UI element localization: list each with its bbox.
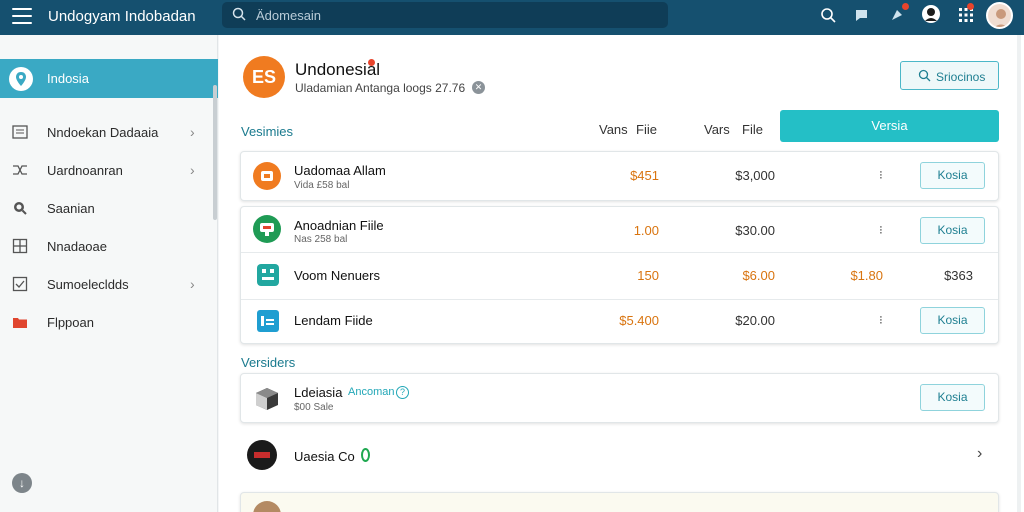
sidebar-item-label: Flppoan bbox=[47, 315, 94, 330]
row-subtitle: Nas 258 bal bbox=[294, 234, 348, 245]
notification-dot bbox=[967, 3, 974, 10]
chevron-right-icon: › bbox=[190, 276, 195, 292]
column-header: Fiie bbox=[636, 122, 657, 137]
checklist-icon bbox=[12, 276, 28, 292]
sidebar-item-label: Indosia bbox=[47, 71, 89, 86]
row-subtitle: $00 Sale bbox=[294, 402, 334, 413]
status-dot bbox=[368, 59, 375, 66]
chevron-right-icon[interactable]: › bbox=[977, 445, 982, 463]
sidebar-item-flppoan[interactable]: Flppoan bbox=[0, 305, 210, 339]
search-icon bbox=[14, 202, 27, 215]
row-value: 1.00 bbox=[633, 223, 659, 238]
folder-icon bbox=[13, 318, 27, 328]
app-icon bbox=[257, 264, 279, 286]
grid-icon bbox=[12, 238, 28, 254]
sidebar-scrollbar[interactable] bbox=[213, 85, 217, 220]
primary-button[interactable]: Versia bbox=[780, 110, 999, 142]
help-icon[interactable]: ? bbox=[396, 386, 409, 399]
menu-icon[interactable] bbox=[12, 8, 32, 24]
divider bbox=[241, 252, 998, 253]
chat-icon[interactable] bbox=[853, 6, 871, 24]
profile-icon[interactable] bbox=[921, 4, 941, 24]
sidebar-item-label: Saanian bbox=[47, 201, 95, 216]
close-icon[interactable]: ✕ bbox=[472, 81, 485, 94]
row-button[interactable]: Kosia bbox=[920, 307, 985, 334]
sidebar-item-saanian[interactable]: Saanian bbox=[0, 191, 210, 225]
row-button[interactable]: Kosia bbox=[920, 217, 985, 244]
chevron-right-icon: › bbox=[190, 162, 195, 178]
row-button[interactable]: Kosia bbox=[920, 162, 985, 189]
sidebar-item-label: Nnadaoae bbox=[47, 239, 107, 254]
button-label: Sriocinos bbox=[936, 70, 986, 84]
search-input[interactable] bbox=[256, 5, 656, 25]
search-icon bbox=[918, 69, 931, 82]
divider bbox=[241, 299, 998, 300]
sidebar-item-nnadaoae[interactable]: Nnadaoae bbox=[0, 229, 210, 263]
section-title: Vesimies bbox=[241, 124, 294, 139]
row-title: Uadomaa Allam bbox=[294, 163, 386, 178]
notification-dot bbox=[902, 3, 909, 10]
row-icon bbox=[253, 162, 281, 190]
row-value: $20.00 bbox=[735, 313, 775, 328]
shuffle-icon bbox=[13, 165, 27, 175]
column-header: Vans bbox=[599, 122, 628, 137]
avatar[interactable] bbox=[986, 2, 1013, 29]
row-value: $5.400 bbox=[619, 313, 659, 328]
sidebar-item-label: Uardnoanran bbox=[47, 163, 123, 178]
main-scrollbar[interactable] bbox=[1017, 35, 1021, 512]
column-header: Vars bbox=[704, 122, 730, 137]
row-title: Uaesia Co bbox=[294, 449, 355, 464]
row-value: $451 bbox=[630, 168, 659, 183]
row-title: Ldeiasia bbox=[294, 385, 343, 400]
sidebar: Indosia Nndoekan Dadaaia › Uardnoanran ›… bbox=[0, 35, 218, 512]
column-header: File bbox=[742, 122, 763, 137]
row-value: 150 bbox=[637, 268, 659, 283]
sidebar-item-uardnoanran[interactable]: Uardnoanran › bbox=[0, 153, 210, 187]
row-title: Voom Nenuers bbox=[294, 268, 380, 283]
row-value: $3,000 bbox=[735, 168, 775, 183]
more-icon[interactable]: ⁝ bbox=[879, 168, 883, 182]
chevron-right-icon: › bbox=[190, 124, 195, 140]
box-icon bbox=[253, 385, 281, 413]
file-icon bbox=[257, 310, 279, 332]
download-icon[interactable]: ↓ bbox=[12, 473, 32, 493]
row-value: $1.80 bbox=[850, 268, 883, 283]
search-button[interactable]: Sriocinos bbox=[900, 61, 999, 90]
row-button[interactable]: Kosia bbox=[920, 384, 985, 411]
sidebar-item-sumoelecldds[interactable]: Sumoelecldds › bbox=[0, 267, 210, 301]
more-icon[interactable]: ⁝ bbox=[879, 313, 883, 327]
sidebar-item-label: Nndoekan Dadaaia bbox=[47, 125, 159, 140]
sidebar-item-active[interactable]: Indosia bbox=[0, 59, 218, 98]
list-icon bbox=[12, 125, 28, 139]
status-indicator bbox=[361, 448, 370, 462]
person-icon bbox=[994, 9, 1008, 27]
row-title: Anoadnian Fiile bbox=[294, 218, 384, 233]
sidebar-item-label: Sumoelecldds bbox=[47, 277, 129, 292]
search-icon bbox=[232, 7, 246, 21]
row-value: $30.00 bbox=[735, 223, 775, 238]
row-title: Lendam Fiide bbox=[294, 313, 373, 328]
main-content: ES Undonesial Uladamian Antanga loogs 27… bbox=[219, 35, 1024, 512]
row-tag: Ancoman bbox=[348, 386, 395, 398]
more-icon[interactable]: ⁝ bbox=[879, 223, 883, 237]
row-value: $6.00 bbox=[742, 268, 775, 283]
list-item[interactable]: Uadomaa Allam Vida £58 bal $451 $3,000 ⁝… bbox=[240, 151, 999, 201]
page-subtitle: Uladamian Antanga loogs 27.76 bbox=[295, 81, 466, 95]
top-bar: Undogyam Indobadan bbox=[0, 0, 1024, 35]
search-icon[interactable] bbox=[819, 6, 837, 24]
row-icon bbox=[253, 215, 281, 243]
search-box[interactable] bbox=[222, 2, 668, 28]
row-subtitle: Vida £58 bal bbox=[294, 180, 350, 191]
section-title: Versiders bbox=[241, 355, 296, 370]
list-item[interactable]: Ldeiasia Ancoman ? $00 Sale Kosia bbox=[240, 373, 999, 423]
app-title: Undogyam Indobadan bbox=[48, 8, 196, 25]
brand-logo: ES bbox=[243, 56, 285, 98]
avatar bbox=[253, 501, 281, 512]
sidebar-item-dadaaia[interactable]: Nndoekan Dadaaia › bbox=[0, 115, 210, 149]
row-value: $363 bbox=[944, 268, 973, 283]
list-card: Anoadnian Fiile Nas 258 bal 1.00 $30.00 … bbox=[240, 206, 999, 344]
list-item[interactable] bbox=[240, 492, 999, 512]
brand-avatar bbox=[247, 440, 277, 470]
location-pin-icon bbox=[9, 67, 33, 91]
